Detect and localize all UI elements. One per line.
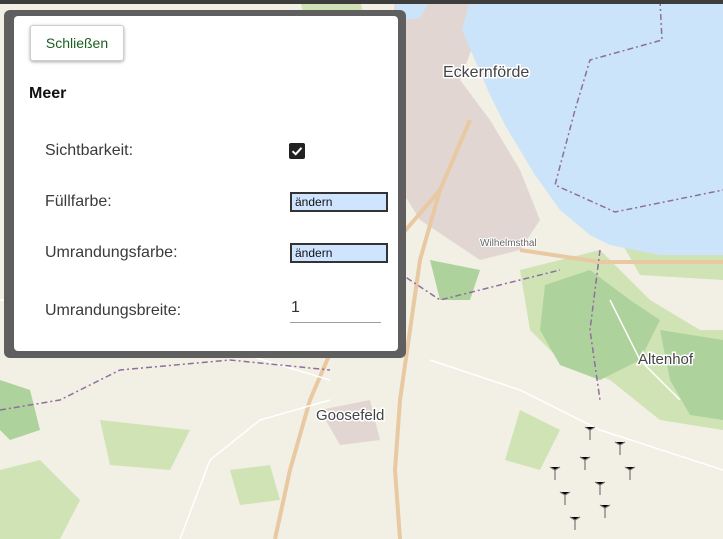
label-altenhof: Altenhof xyxy=(638,351,694,368)
label-eckernfoerde: Eckernförde xyxy=(443,64,529,81)
stroke-width-input[interactable] xyxy=(290,294,381,323)
stroke-color-change-button[interactable]: ändern xyxy=(290,243,388,263)
dialog-title: Meer xyxy=(29,85,67,102)
top-bar xyxy=(0,0,723,4)
stroke-width-label: Umrandungsbreite: xyxy=(45,302,182,319)
label-goosefeld: Goosefeld xyxy=(316,407,384,424)
layer-style-dialog: Schließen Meer Sichtbarkeit: Füllfarbe: … xyxy=(14,16,398,351)
checkmark-icon xyxy=(291,147,303,156)
stroke-color-label: Umrandungsfarbe: xyxy=(45,244,178,261)
close-button[interactable]: Schließen xyxy=(30,25,124,61)
fill-color-label: Füllfarbe: xyxy=(45,193,112,210)
visibility-checkbox[interactable] xyxy=(289,143,305,159)
fill-color-change-button[interactable]: ändern xyxy=(290,192,388,212)
visibility-label: Sichtbarkeit: xyxy=(45,142,134,159)
label-wilhelmsthal: Wilhelmsthal xyxy=(480,238,537,249)
